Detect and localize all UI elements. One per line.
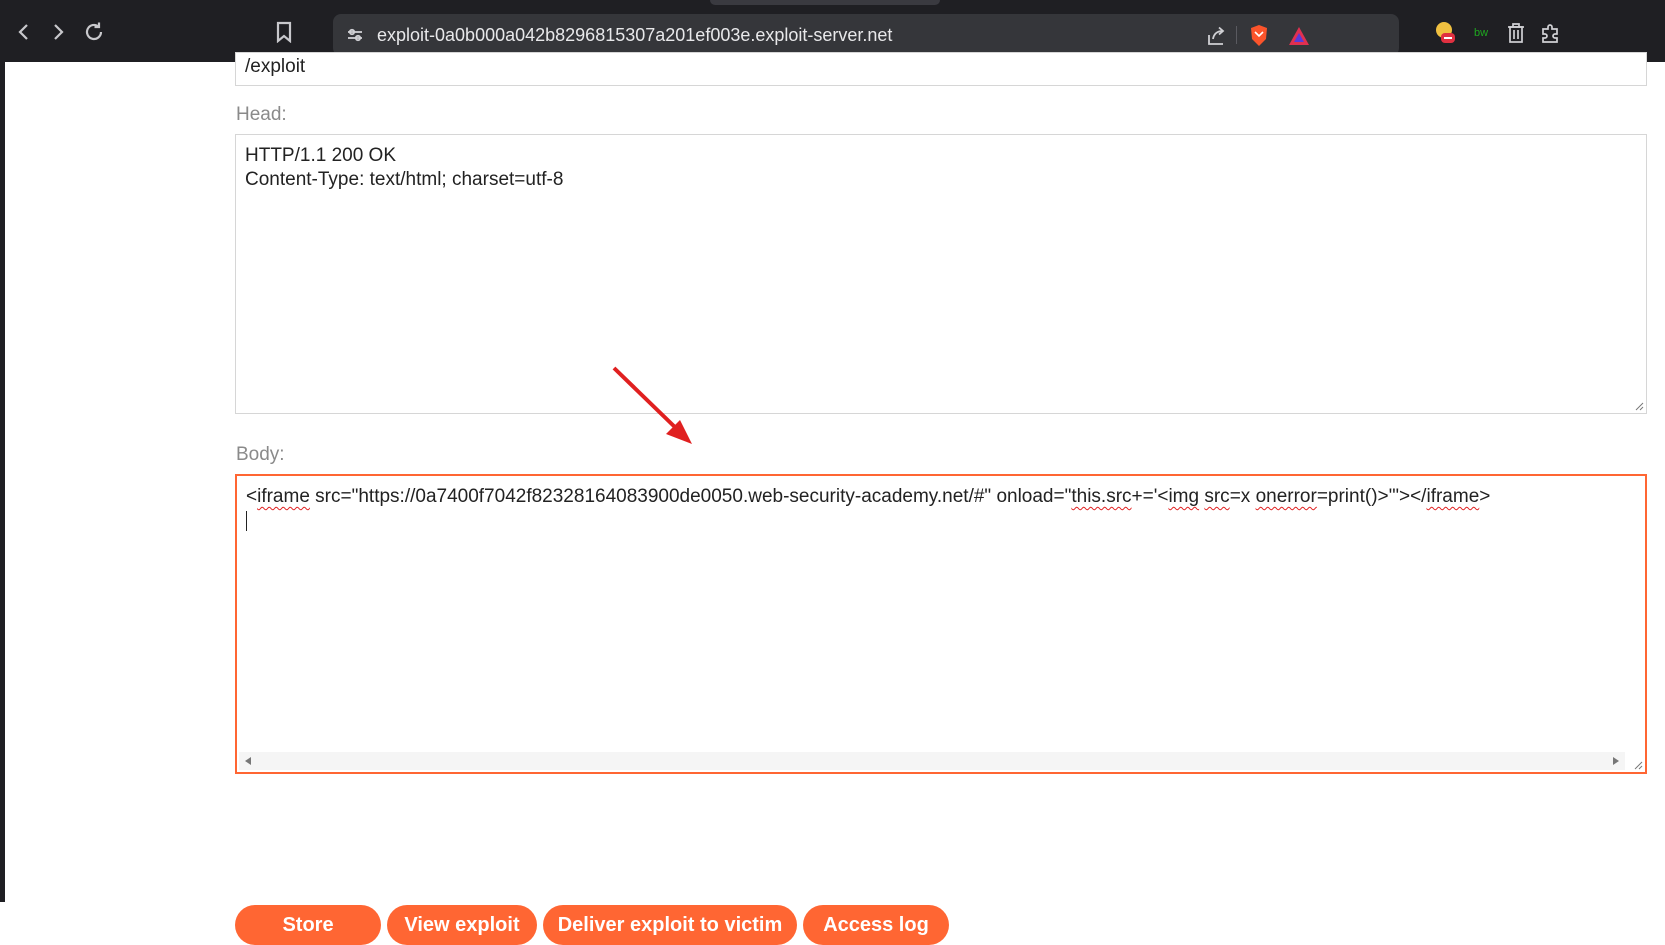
- misspelled-token: this.src: [1071, 486, 1132, 507]
- resize-grip-icon[interactable]: [1631, 758, 1643, 770]
- tab-strip-handle: [710, 0, 940, 5]
- body-textarea[interactable]: <iframe src="https://0a7400f7042f8232816…: [235, 474, 1647, 774]
- code-token: +='<: [1131, 486, 1169, 507]
- store-button[interactable]: Store: [235, 905, 381, 945]
- body-code-line: <iframe src="https://0a7400f7042f8232816…: [246, 485, 1636, 509]
- code-token: src="https://0a7400f7042f82328164083900d…: [309, 486, 1072, 507]
- divider: [1236, 26, 1237, 44]
- misspelled-token: src: [1204, 486, 1230, 507]
- bitwarden-extension-icon[interactable]: bw: [1468, 20, 1494, 46]
- view-exploit-button[interactable]: View exploit: [387, 905, 537, 945]
- misspelled-token: iframe: [1426, 486, 1480, 507]
- brave-shields-icon[interactable]: [1246, 23, 1272, 49]
- brave-rewards-icon[interactable]: [1286, 23, 1312, 49]
- file-field[interactable]: /exploit: [235, 52, 1647, 86]
- url-text[interactable]: exploit-0a0b000a042b8296815307a201ef003e…: [377, 25, 892, 46]
- body-label: Body:: [236, 444, 285, 465]
- head-line: Content-Type: text/html; charset=utf-8: [245, 169, 564, 190]
- site-settings-icon[interactable]: [345, 25, 365, 45]
- code-token: >: [1479, 486, 1491, 507]
- forward-button[interactable]: [44, 18, 72, 46]
- head-line: HTTP/1.1 200 OK: [245, 145, 397, 166]
- bookmark-icon: [276, 21, 292, 43]
- code-token: =x: [1229, 486, 1256, 507]
- head-label: Head:: [236, 104, 287, 125]
- back-arrow-icon: [18, 24, 28, 40]
- reload-icon: [85, 22, 103, 41]
- access-log-button[interactable]: Access log: [803, 905, 949, 945]
- misspelled-token: onerror: [1255, 486, 1317, 507]
- head-textarea[interactable]: HTTP/1.1 200 OK Content-Type: text/html; …: [235, 134, 1647, 414]
- address-bar[interactable]: exploit-0a0b000a042b8296815307a201ef003e…: [333, 14, 1399, 56]
- scroll-left-icon[interactable]: [243, 756, 253, 766]
- window-edge: [0, 62, 5, 902]
- back-button[interactable]: [10, 18, 38, 46]
- misspelled-token: iframe: [257, 486, 310, 507]
- code-token: <: [246, 486, 258, 507]
- extension-icon[interactable]: [1432, 20, 1458, 46]
- deliver-exploit-button[interactable]: Deliver exploit to victim: [543, 905, 797, 945]
- bookmark-button[interactable]: [270, 18, 298, 46]
- file-field-value: /exploit: [245, 56, 306, 77]
- page-content: /exploit Head: HTTP/1.1 200 OK Content-Ty…: [0, 52, 1665, 945]
- forward-arrow-icon: [54, 24, 64, 40]
- trash-icon[interactable]: [1503, 20, 1529, 46]
- reload-button[interactable]: [80, 18, 108, 46]
- code-token: =print()>'"></: [1316, 486, 1427, 507]
- head-textarea-content: HTTP/1.1 200 OK Content-Type: text/html; …: [236, 135, 1646, 201]
- text-caret: [246, 510, 247, 531]
- resize-grip-icon[interactable]: [1632, 399, 1644, 411]
- misspelled-token: img: [1168, 486, 1200, 507]
- horizontal-scrollbar[interactable]: [239, 752, 1625, 770]
- scroll-right-icon[interactable]: [1611, 756, 1621, 766]
- share-icon[interactable]: [1203, 23, 1229, 49]
- extension-badge: bw: [1473, 27, 1489, 39]
- annotation-arrow-icon: [612, 366, 692, 444]
- extensions-puzzle-icon[interactable]: [1538, 20, 1564, 46]
- body-textarea-content: <iframe src="https://0a7400f7042f8232816…: [237, 476, 1645, 542]
